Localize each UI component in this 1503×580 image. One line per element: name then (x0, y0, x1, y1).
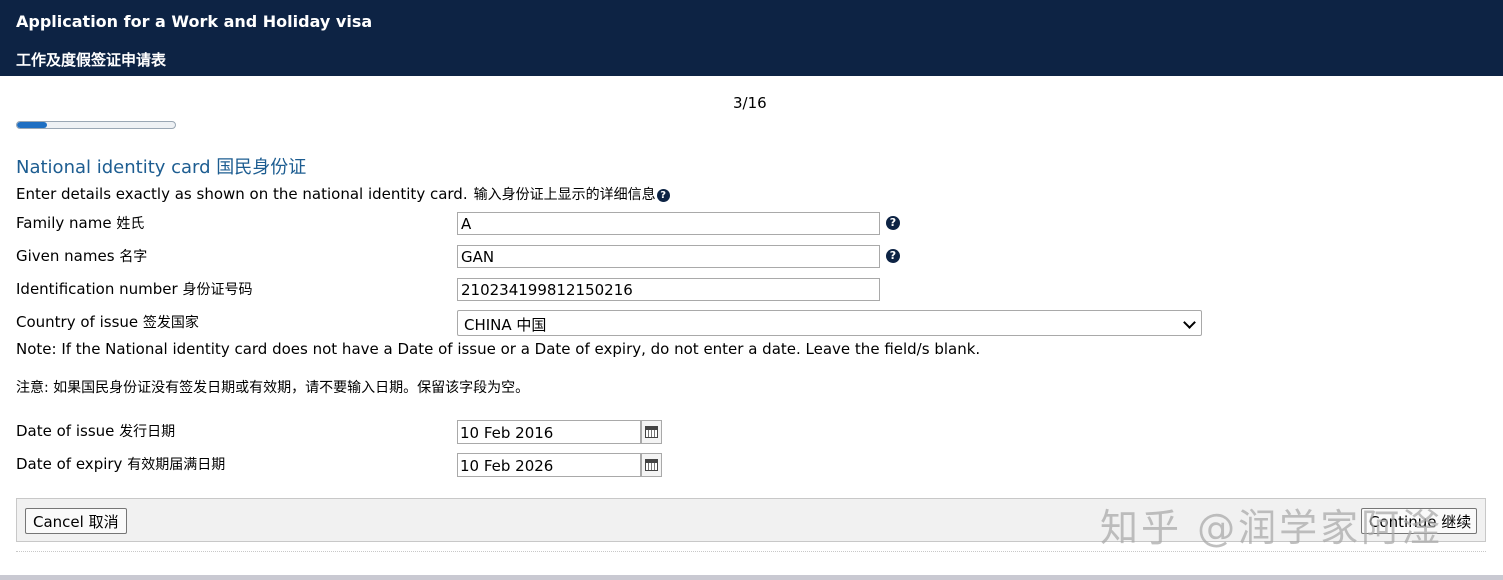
header-title-en: Application for a Work and Holiday visa (16, 12, 373, 31)
chevron-down-icon (1183, 316, 1196, 329)
progress-bar-fill (17, 122, 47, 128)
country-selected-value: CHINA 中国 (464, 316, 547, 334)
calendar-icon (645, 459, 658, 471)
country-of-issue-label: Country of issue 签发国家 (16, 312, 199, 332)
date-of-issue-label: Date of issue 发行日期 (16, 421, 175, 441)
country-label-en: Country of issue (16, 313, 139, 331)
date-of-expiry-label-zh: 有效期届满日期 (127, 457, 226, 473)
family-name-input[interactable]: A (457, 212, 880, 235)
given-names-input[interactable]: GAN (457, 245, 880, 268)
header-title-zh: 工作及度假签证申请表 (16, 51, 167, 69)
family-name-label-zh: 姓氏 (116, 216, 145, 232)
question-circle-icon[interactable]: ? (886, 216, 900, 230)
id-number-label-zh: 身份证号码 (182, 282, 253, 298)
id-number-label: Identification number 身份证号码 (16, 279, 252, 299)
calendar-button[interactable] (641, 420, 662, 444)
question-circle-icon[interactable]: ? (656, 189, 670, 202)
question-circle-icon[interactable]: ? (886, 249, 900, 263)
family-name-label-en: Family name (16, 214, 112, 232)
date-of-issue-label-en: Date of issue (16, 422, 115, 440)
family-name-label: Family name 姓氏 (16, 213, 144, 233)
divider (16, 551, 1486, 552)
intro-text-zh: 输入身份证上显示的详细信息 (473, 187, 656, 203)
section-title: National identity card 国民身份证 (16, 157, 307, 178)
watermark: 知乎 @润学家阿滏 (1100, 506, 1444, 550)
section-intro: Enter details exactly as shown on the na… (16, 184, 670, 204)
cancel-button[interactable]: Cancel 取消 (25, 508, 127, 534)
country-of-issue-select[interactable]: CHINA 中国 (457, 310, 1202, 336)
country-label-zh: 签发国家 (142, 315, 199, 331)
date-of-expiry-label: Date of expiry 有效期届满日期 (16, 454, 225, 474)
page-header: Application for a Work and Holiday visa … (0, 0, 1503, 76)
date-of-issue-label-zh: 发行日期 (119, 424, 176, 440)
intro-text-en: Enter details exactly as shown on the na… (16, 185, 468, 203)
given-names-label-en: Given names (16, 247, 115, 265)
given-names-label: Given names 名字 (16, 246, 147, 266)
date-of-expiry-label-en: Date of expiry (16, 455, 123, 473)
calendar-button[interactable] (641, 453, 662, 477)
progress-bar (16, 121, 176, 129)
id-number-input[interactable]: 210234199812150216 (457, 278, 880, 301)
bottom-bar (0, 575, 1503, 580)
given-names-label-zh: 名字 (119, 249, 148, 265)
date-of-issue-input[interactable]: 10 Feb 2016 (457, 420, 641, 444)
step-indicator: 3/16 (733, 94, 767, 112)
id-number-label-en: Identification number (16, 280, 178, 298)
note-en: Note: If the National identity card does… (16, 340, 981, 358)
note-zh: 注意: 如果国民身份证没有签发日期或有效期，请不要输入日期。保留该字段为空。 (16, 380, 530, 396)
calendar-icon (645, 426, 658, 438)
date-of-expiry-input[interactable]: 10 Feb 2026 (457, 453, 641, 477)
